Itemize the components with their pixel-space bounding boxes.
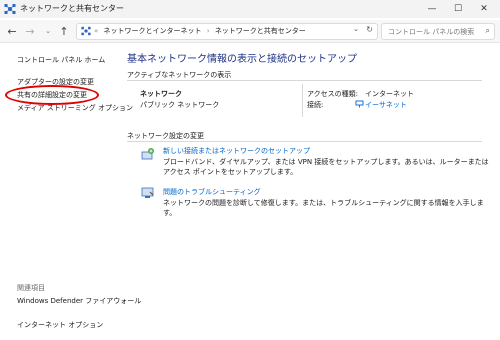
search-input[interactable]: コントロール パネルの検索 ⌕ xyxy=(381,23,495,40)
section-divider xyxy=(127,141,482,142)
ethernet-connection-link[interactable]: イーサネット xyxy=(365,100,407,110)
sidebar-item-adapter-settings[interactable]: アダプターの設定の変更 xyxy=(17,77,94,87)
title-bar[interactable]: ネットワークと共有センター — ☐ ✕ xyxy=(0,0,500,18)
network-icon xyxy=(81,26,91,36)
access-type-label: アクセスの種類: xyxy=(307,90,359,98)
sidebar-link-firewall[interactable]: Windows Defender ファイアウォール xyxy=(17,296,141,306)
refresh-icon[interactable]: ↻ xyxy=(366,25,373,34)
search-placeholder: コントロール パネルの検索 xyxy=(388,28,475,36)
minimize-button[interactable]: — xyxy=(420,0,444,18)
sidebar-item-control-panel-home[interactable]: コントロール パネル ホーム xyxy=(17,55,105,65)
breadcrumb-network-sharing-center[interactable]: ネットワークと共有センター xyxy=(215,27,306,35)
new-connection-icon xyxy=(141,148,154,160)
close-button[interactable]: ✕ xyxy=(472,0,496,18)
change-settings-label: ネットワーク設定の変更 xyxy=(127,132,204,140)
section-divider xyxy=(127,80,482,81)
back-button[interactable]: ← xyxy=(4,23,20,39)
main-content: 基本ネットワーク情報の表示と接続のセットアップ アクティブなネットワークの表示 … xyxy=(127,43,500,340)
network-sharing-center-window: ネットワークと共有センター — ☐ ✕ ← → ⌄ ↑ « ネットワークとインタ… xyxy=(0,0,500,340)
new-connection-link[interactable]: 新しい接続またはネットワークのセットアップ xyxy=(163,146,310,156)
network-name: ネットワーク xyxy=(140,90,182,98)
network-icon xyxy=(4,4,16,14)
access-type-value: インターネット xyxy=(365,90,414,98)
ethernet-icon xyxy=(355,100,364,108)
active-networks-label: アクティブなネットワークの表示 xyxy=(127,71,232,79)
sidebar: コントロール パネル ホーム アダプターの設定の変更 共有の詳細設定の変更 メデ… xyxy=(0,43,141,340)
troubleshoot-icon xyxy=(141,187,154,198)
troubleshoot-link[interactable]: 問題のトラブルシューティング xyxy=(163,187,261,197)
recent-locations-button[interactable]: ⌄ xyxy=(40,23,56,39)
chevron-right-icon: › xyxy=(206,27,210,35)
network-type-link[interactable]: パブリック ネットワーク xyxy=(140,100,219,110)
breadcrumb: « ネットワークとインターネット › ネットワークと共有センター xyxy=(94,26,309,36)
search-icon[interactable]: ⌕ xyxy=(486,26,490,36)
connections-label: 接続: xyxy=(307,101,324,109)
sidebar-item-media-streaming[interactable]: メディア ストリーミング オプション xyxy=(17,103,133,113)
troubleshoot-description: ネットワークの問題を診断して修復します。または、トラブルシューティングに関する情… xyxy=(163,199,484,217)
breadcrumb-network-internet[interactable]: ネットワークとインターネット xyxy=(104,27,202,35)
see-also-label: 関連項目 xyxy=(17,284,45,292)
vertical-divider xyxy=(302,84,303,117)
maximize-button[interactable]: ☐ xyxy=(446,0,470,18)
window-title: ネットワークと共有センター xyxy=(20,4,124,13)
forward-button[interactable]: → xyxy=(22,23,38,39)
navigation-bar: ← → ⌄ ↑ « ネットワークとインターネット › ネットワークと共有センター… xyxy=(0,20,500,43)
address-bar[interactable]: « ネットワークとインターネット › ネットワークと共有センター ⌄ ↻ xyxy=(76,23,378,40)
chevron-down-icon[interactable]: ⌄ xyxy=(353,25,359,33)
up-button[interactable]: ↑ xyxy=(56,23,72,39)
new-connection-description: ブロードバンド、ダイヤルアップ、または VPN 接続をセットアップします。あるい… xyxy=(163,158,489,176)
breadcrumb-overflow[interactable]: « xyxy=(94,27,98,35)
page-title: 基本ネットワーク情報の表示と接続のセットアップ xyxy=(127,54,357,65)
sidebar-item-advanced-sharing[interactable]: 共有の詳細設定の変更 xyxy=(17,90,87,100)
sidebar-link-internet-options[interactable]: インターネット オプション xyxy=(17,320,103,330)
